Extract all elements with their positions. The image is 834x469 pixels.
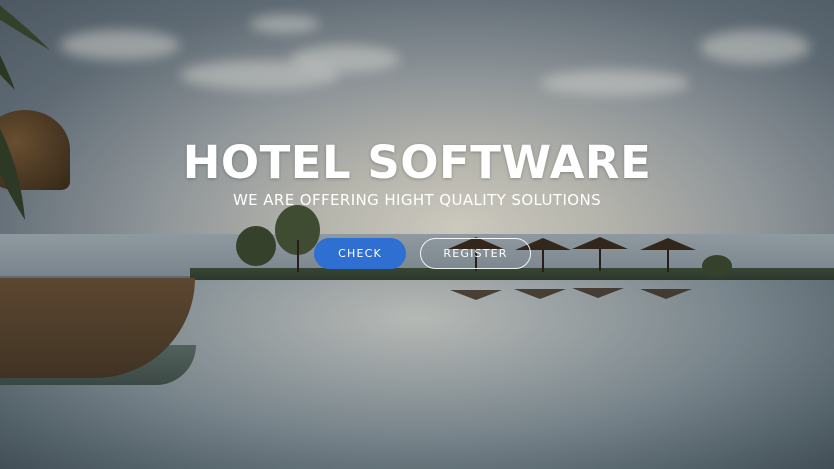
- hero-title: HOTEL SOFTWARE: [182, 136, 652, 189]
- hero-section: HOTEL SOFTWARE WE ARE OFFERING HIGHT QUA…: [0, 0, 834, 469]
- check-button[interactable]: CHECK: [314, 238, 406, 269]
- hero-subtitle: WE ARE OFFERING HIGHT QUALITY SOLUTIONS: [232, 191, 602, 209]
- register-button[interactable]: REGISTER: [420, 238, 531, 269]
- dark-overlay: [0, 0, 834, 469]
